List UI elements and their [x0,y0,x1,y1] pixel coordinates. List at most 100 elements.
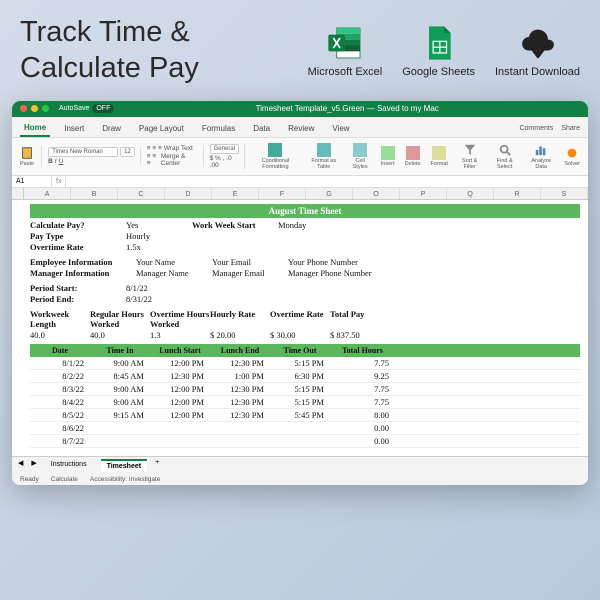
tab-draw[interactable]: Draw [98,121,125,136]
column-headers: A B C D E F G O P Q R S [12,188,588,200]
minimize-icon[interactable] [31,105,38,112]
tab-review[interactable]: Review [284,121,318,136]
find-select-button[interactable]: Find & Select [489,143,519,170]
table-row[interactable]: 8/2/228:45 AM12:30 PM1:00 PM6:30 PM9.25 [30,370,580,383]
hero-title-line2: Calculate Pay [20,50,199,86]
insert-cells-button[interactable]: Insert [379,146,397,167]
excel-icon: Microsoft Excel [308,23,383,78]
col-g[interactable]: G [306,188,353,199]
autosave-toggle[interactable]: AutoSave OFF [59,104,114,113]
excel-window: AutoSave OFF Timesheet Template_v5.Green… [12,101,588,485]
tab-pagelayout[interactable]: Page Layout [135,121,188,136]
filename: Timesheet Template_v5.Green [256,104,365,113]
add-sheet-icon[interactable]: + [155,459,159,472]
formula-bar: A1 fx [12,176,588,188]
solver-button[interactable]: Solver [562,146,582,167]
hero-icons: Microsoft Excel Google Sheets Instant Do… [308,23,580,78]
sort-filter-button[interactable]: Sort & Filter [456,143,484,170]
tab-home[interactable]: Home [20,120,50,137]
comments-button[interactable]: Comments [519,125,553,132]
merge-center-button[interactable]: Merge & Center [161,153,198,167]
tab-formulas[interactable]: Formulas [198,121,239,136]
status-ready: Ready [20,476,39,483]
table-row[interactable]: 8/7/220.00 [30,435,580,448]
col-s[interactable]: S [541,188,588,199]
hero-title-line1: Track Time & [20,14,199,50]
col-o[interactable]: O [353,188,400,199]
sheet-tab-timesheet[interactable]: Timesheet [101,459,148,472]
align-group: ≡ ≡ ≡ Wrap Text ≡ ≡ ≡ Merge & Center [147,145,204,167]
paste-button[interactable]: Paste [18,146,36,167]
number-format-select[interactable]: General [210,144,239,154]
analyze-data-button[interactable]: Analyze Data [526,143,556,170]
number-group: General $ % , .0 .00 [210,144,245,169]
clipboard-group: Paste [18,146,42,167]
cell-styles-button[interactable]: Cell Styles [348,143,373,170]
fx-label[interactable]: fx [52,176,66,187]
delete-cells-button[interactable]: Delete [403,146,423,167]
tab-insert[interactable]: Insert [60,121,88,136]
cond-format-button[interactable]: Conditional Formatting [251,143,300,170]
sheet-title: August Time Sheet [30,204,580,218]
table-row[interactable]: 8/4/229:00 AM12:00 PM12:30 PM5:15 PM7.75 [30,396,580,409]
status-accessibility[interactable]: Accessibility: Investigate [90,476,160,483]
underline-button[interactable]: U [59,158,64,165]
sheet-tabs: ◀ ▶ Instructions Timesheet + [12,456,588,474]
col-p[interactable]: P [400,188,447,199]
italic-button[interactable]: I [55,158,57,165]
window-title: Timesheet Template_v5.Green — Saved to m… [114,104,580,113]
hero-banner: Track Time & Calculate Pay Microsoft Exc… [0,0,600,95]
summary-headers: Workweek LengthRegular Hours WorkedOvert… [30,309,580,329]
next-sheet-icon[interactable]: ▶ [31,459,36,472]
table-row[interactable]: 8/6/220.00 [30,422,580,435]
download-icon: Instant Download [495,23,580,78]
sheets-icon: Google Sheets [402,23,475,78]
wrap-text-button[interactable]: Wrap Text [164,145,193,152]
autosave-label: AutoSave [59,105,89,112]
hero-label-excel: Microsoft Excel [308,66,383,78]
font-group: Times New Roman12 B I U [48,147,141,165]
share-button[interactable]: Share [561,125,580,132]
table-row[interactable]: 8/3/229:00 AM12:00 PM12:30 PM5:15 PM7.75 [30,383,580,396]
format-cells-button[interactable]: Format [429,146,450,167]
font-select[interactable]: Times New Roman [48,147,118,157]
prev-sheet-icon[interactable]: ◀ [18,459,23,472]
ribbon-tabs: Home Insert Draw Page Layout Formulas Da… [12,117,588,138]
status-calculate[interactable]: Calculate [51,476,78,483]
titlebar: AutoSave OFF Timesheet Template_v5.Green… [12,101,588,117]
col-q[interactable]: Q [447,188,494,199]
table-header: DateTime InLunch StartLunch EndTime OutT… [30,344,580,357]
table-row[interactable]: 8/1/229:00 AM12:00 PM12:30 PM5:15 PM7.75 [30,357,580,370]
col-c[interactable]: C [118,188,165,199]
tab-data[interactable]: Data [249,121,274,136]
summary-values: 40.040.01.3$ 20.00$ 30.00$ 837.50 [30,330,580,340]
col-f[interactable]: F [259,188,306,199]
sheet-tab-instructions[interactable]: Instructions [45,459,93,472]
maximize-icon[interactable] [42,105,49,112]
period-section: Period Start:8/1/22Period End:8/31/22 [30,283,580,304]
hero-label-sheets: Google Sheets [402,66,475,78]
hero-label-download: Instant Download [495,66,580,78]
table-body: 8/1/229:00 AM12:00 PM12:30 PM5:15 PM7.75… [30,357,580,448]
close-icon[interactable] [20,105,27,112]
status-bar: Ready Calculate Accessibility: Investiga… [12,474,588,485]
window-controls[interactable] [20,105,49,112]
sheet-content[interactable]: August Time Sheet Calculate Pay?YesWork … [12,200,588,456]
saved-status: — Saved to my Mac [367,104,439,113]
manager-row: Manager Information Manager Name Manager… [30,268,580,278]
tab-view[interactable]: View [328,121,353,136]
name-box[interactable]: A1 [12,176,52,187]
spreadsheet-grid[interactable]: A B C D E F G O P Q R S August Time Shee… [12,188,588,456]
col-d[interactable]: D [165,188,212,199]
format-table-button[interactable]: Format as Table [306,143,342,170]
bold-button[interactable]: B [48,158,53,165]
config-section: Calculate Pay?YesWork Week StartMondayPa… [30,220,580,252]
col-a[interactable]: A [24,188,71,199]
col-b[interactable]: B [71,188,118,199]
col-r[interactable]: R [494,188,541,199]
formula-input[interactable] [66,176,588,187]
fontsize-select[interactable]: 12 [120,147,135,157]
table-row[interactable]: 8/5/229:15 AM12:00 PM12:30 PM5:45 PM8.00 [30,409,580,422]
col-e[interactable]: E [212,188,259,199]
autosave-state: OFF [92,104,114,113]
